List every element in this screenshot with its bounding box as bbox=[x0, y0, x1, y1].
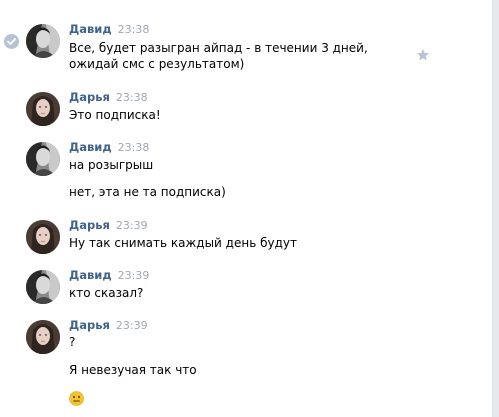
message-text: Ну так снимать каждый день будут bbox=[69, 236, 297, 250]
message-header: Давид 23:39 bbox=[69, 268, 149, 282]
message-history: Давид 23:38 Все, будет разыгран айпад - в… bbox=[0, 0, 499, 417]
message-header: Дарья 23:39 bbox=[69, 218, 148, 232]
author-name[interactable]: Дарья bbox=[69, 218, 110, 232]
message-time[interactable]: 23:39 bbox=[116, 219, 148, 232]
avatar-darya[interactable] bbox=[26, 320, 60, 354]
message-time[interactable]: 23:39 bbox=[118, 269, 150, 282]
message-text: нет, эта не та подписка) bbox=[69, 185, 226, 199]
message-text: Это подписка! bbox=[69, 108, 161, 122]
message-time[interactable]: 23:38 bbox=[118, 141, 150, 154]
read-check-icon[interactable] bbox=[4, 34, 19, 49]
message-text: Я невезучая так что bbox=[69, 363, 197, 377]
message-group-4[interactable]: Дарья 23:39 Ну так снимать каждый день бу… bbox=[0, 218, 470, 254]
message-time[interactable]: 23:38 bbox=[116, 91, 148, 104]
avatar-darya[interactable] bbox=[26, 220, 60, 254]
author-name[interactable]: Давид bbox=[69, 140, 112, 154]
star-icon[interactable] bbox=[416, 47, 430, 61]
message-header: Давид 23:38 bbox=[69, 22, 149, 36]
message-text: кто сказал? bbox=[69, 286, 144, 300]
message-text: ? bbox=[69, 335, 76, 349]
scrollbar-track[interactable] bbox=[492, 0, 499, 417]
message-text: Все, будет разыгран айпад - в течении 3 … bbox=[69, 41, 368, 71]
message-time[interactable]: 23:38 bbox=[118, 23, 150, 36]
neutral-face-emoji-icon bbox=[69, 391, 84, 406]
message-header: Дарья 23:38 bbox=[69, 90, 148, 104]
avatar-darya[interactable] bbox=[26, 92, 60, 126]
author-name[interactable]: Давид bbox=[69, 22, 112, 36]
message-header: Дарья 23:39 bbox=[69, 318, 148, 332]
message-text: на розыгрыш bbox=[69, 158, 154, 172]
message-group-1[interactable]: Давид 23:38 Все, будет разыгран айпад - в… bbox=[0, 22, 470, 78]
message-time[interactable]: 23:39 bbox=[116, 319, 148, 332]
avatar-david[interactable] bbox=[26, 270, 60, 304]
avatar-david[interactable] bbox=[26, 142, 60, 176]
author-name[interactable]: Давид bbox=[69, 268, 112, 282]
author-name[interactable]: Дарья bbox=[69, 318, 110, 332]
message-group-5[interactable]: Давид 23:39 кто сказал? bbox=[0, 268, 470, 304]
message-header: Давид 23:38 bbox=[69, 140, 149, 154]
author-name[interactable]: Дарья bbox=[69, 90, 110, 104]
message-group-2[interactable]: Дарья 23:38 Это подписка! bbox=[0, 90, 470, 126]
message-group-6[interactable]: Дарья 23:39 ? Я невезучая так что bbox=[0, 318, 470, 410]
message-group-3[interactable]: Давид 23:38 на розыгрыш нет, эта не та по… bbox=[0, 140, 470, 204]
avatar-david[interactable] bbox=[26, 24, 60, 58]
